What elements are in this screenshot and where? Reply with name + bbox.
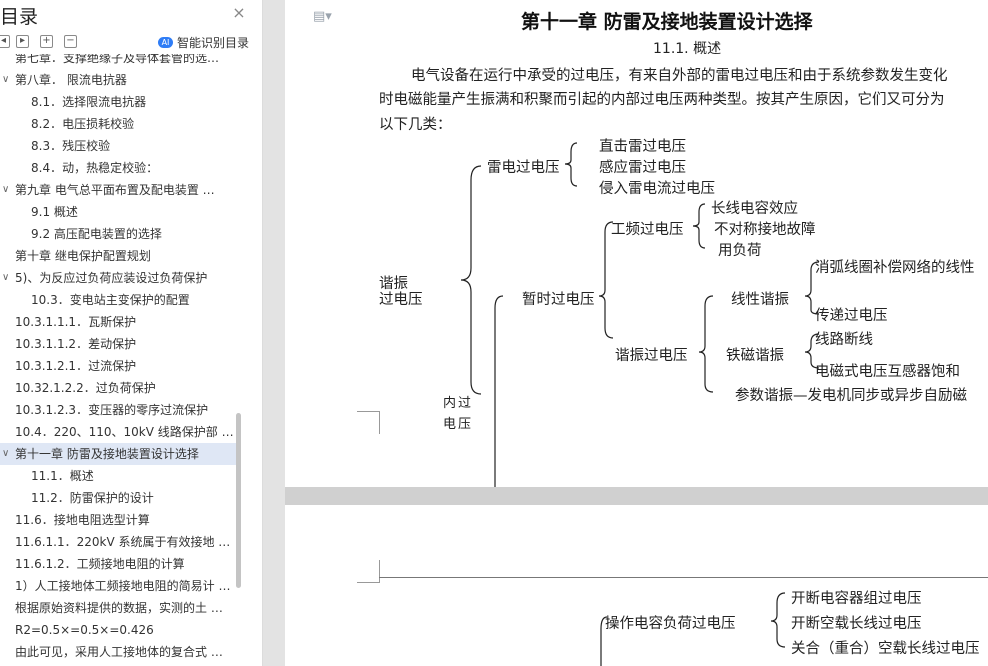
toc-item[interactable]: 第十章 继电保护配置规划 — [0, 245, 236, 267]
toc-item[interactable]: ∨ 第八章． 限流电抗器 — [0, 69, 236, 91]
toc-item[interactable]: 9.1 概述 — [0, 201, 236, 223]
chevron-down-icon[interactable]: ∨ — [2, 69, 9, 91]
smart-toc-button[interactable]: AI 智能识别目录 — [158, 34, 249, 51]
resonance-bracket — [698, 295, 714, 393]
toc-scrollbar[interactable] — [236, 413, 241, 588]
toc-item-label: 10.3.1.2.1．过流保护 — [15, 359, 137, 373]
linear-bracket — [804, 261, 820, 315]
toc-item-label: 第十一章 防雷及接地装置设计选择 — [15, 447, 199, 461]
toc-item-label: 10.3．变电站主变保护的配置 — [31, 293, 190, 307]
toc-item-label: 9.1 概述 — [31, 205, 78, 219]
toc-item-label: 10.3.1.1.2．差动保护 — [15, 337, 137, 351]
toc-item-label: 11.6.1.2．工频接地电阻的计算 — [15, 557, 185, 571]
add-heading-icon[interactable]: + — [40, 35, 53, 48]
internal-bracket — [494, 295, 504, 487]
toc-item[interactable]: 11.1．概述 — [0, 465, 236, 487]
toc-item[interactable]: 1）人工接地体工频接地电阻的简易计 … — [0, 575, 236, 597]
chevron-down-icon[interactable]: ∨ — [2, 443, 9, 465]
toc-item-label: 11.2．防雷保护的设计 — [31, 491, 154, 505]
lightning-bracket — [564, 142, 578, 187]
ferro-bracket — [804, 333, 820, 369]
toc-item[interactable]: 10.3．变电站主变保护的配置 — [0, 289, 236, 311]
toc-item[interactable]: 10.32.1.2.2．过负荷保护 — [0, 377, 236, 399]
expand-all-icon[interactable]: ▸ — [16, 35, 29, 48]
toc-item-label: 8.4．动，热稳定校验： — [31, 161, 159, 175]
toc-item-label: 8.3．残压校验 — [31, 139, 111, 153]
toc-item[interactable]: 根据原始资料提供的数据，实测的土 … — [0, 597, 236, 619]
toc-item-label: 第八章． 限流电抗器 — [15, 73, 127, 87]
toc-item[interactable]: 8.3．残压校验 — [0, 135, 236, 157]
toc-item[interactable]: 10.3.1.2.1．过流保护 — [0, 355, 236, 377]
toc-item[interactable]: 11.6.1.2．工频接地电阻的计算 — [0, 553, 236, 575]
toc-item[interactable]: R2=0.5×=0.5×=0.426 — [0, 619, 236, 641]
toc-item-label: 8.2．电压损耗校验 — [31, 117, 135, 131]
toc-item[interactable]: 9.2 高压配电装置的选择 — [0, 223, 236, 245]
toc-item-label: 根据原始资料提供的数据，实测的土 … — [15, 601, 223, 615]
toc-item[interactable]: 由此可见，采用人工接地体的复合式 … — [0, 641, 236, 663]
smart-toc-label: 智能识别目录 — [177, 36, 250, 50]
chevron-down-icon[interactable]: ∨ — [2, 267, 9, 289]
toc-item[interactable]: 10.3.1.1.1．瓦斯保护 — [0, 311, 236, 333]
toc-item[interactable]: 10.4．220、110、10kV 线路保护部 … — [0, 421, 236, 443]
remove-heading-icon[interactable]: − — [64, 35, 77, 48]
document-page: 操作电容负荷过电压 开断电容器组过电压 开断空载长线过电压 关合（重合）空载长线… — [285, 505, 988, 666]
toc-item[interactable]: ∨ 第九章 电气总平面布置及配电装置 … — [0, 179, 236, 201]
toc-sidebar: 目录 × ◂ ▸ + − AI 智能识别目录 第七章．支撑绝缘子及导体套管的选…… — [0, 0, 263, 666]
toc-item[interactable]: 8.2．电压损耗校验 — [0, 113, 236, 135]
toc-title: 目录 — [0, 6, 39, 28]
toc-item-label: 5)、为反应过负荷应装设过负荷保护 — [15, 271, 208, 285]
power-frequency-bracket — [692, 203, 706, 249]
document-page: ▤▾ 第十一章 防雷及接地装置设计选择 11.1. 概述 电气设备在运行中承受的… — [285, 0, 988, 487]
collapse-all-icon[interactable]: ◂ — [0, 35, 10, 48]
toc-item[interactable]: 10.3.1.1.2．差动保护 — [0, 333, 236, 355]
toc-item-label: 10.32.1.2.2．过负荷保护 — [15, 381, 156, 395]
toc-item[interactable]: 10.3.1.2.3．变压器的零序过流保护 — [0, 399, 236, 421]
chevron-down-icon[interactable]: ∨ — [2, 179, 9, 201]
toc-item-label: 第九章 电气总平面布置及配电装置 … — [15, 183, 215, 197]
toc-item-label: 10.4．220、110、10kV 线路保护部 … — [15, 425, 234, 439]
toc-item-label: 11.6．接地电阻选型计算 — [15, 513, 150, 527]
toc-item-label: 10.3.1.1.1．瓦斯保护 — [15, 315, 137, 329]
ai-icon: AI — [158, 37, 173, 48]
document-view: ▤▾ 第十一章 防雷及接地装置设计选择 11.1. 概述 电气设备在运行中承受的… — [263, 0, 988, 666]
toc-item[interactable]: 11.2．防雷保护的设计 — [0, 487, 236, 509]
toc-item-label: 10.3.1.2.3．变压器的零序过流保护 — [15, 403, 209, 417]
toc-item[interactable]: ∨ 第十一章 防雷及接地装置设计选择 — [0, 443, 236, 465]
toc-item-label: 1）人工接地体工频接地电阻的简易计 … — [15, 579, 231, 593]
close-icon[interactable]: × — [231, 5, 247, 21]
page-gap — [285, 487, 988, 505]
toc-item[interactable]: ∨ 5)、为反应过负荷应装设过负荷保护 — [0, 267, 236, 289]
toc-item-label: 8.1．选择限流电抗器 — [31, 95, 147, 109]
switching-bracket — [770, 592, 786, 648]
page2-brackets — [600, 592, 786, 666]
root-bracket — [460, 165, 482, 395]
toc-item-label: 由此可见，采用人工接地体的复合式 … — [15, 645, 223, 659]
toc-item-label: 11.6.1.1．220kV 系统属于有效接地 … — [15, 535, 231, 549]
toc-item[interactable]: 第七章．支撑绝缘子及导体套管的选… — [0, 54, 236, 69]
toc-item[interactable]: 11.6.1.1．220kV 系统属于有效接地 … — [0, 531, 236, 553]
toc-item-label: R2=0.5×=0.5×=0.426 — [15, 623, 154, 637]
toc-list: 第七章．支撑绝缘子及导体套管的选… ∨ 第八章． 限流电抗器 8.1．选择限流电抗器 8… — [0, 54, 236, 666]
toc-item-label: 第十章 继电保护配置规划 — [15, 249, 151, 263]
toc-item[interactable]: 8.4．动，热稳定校验： — [0, 157, 236, 179]
toc-item[interactable]: 11.6．接地电阻选型计算 — [0, 509, 236, 531]
toc-item[interactable]: 8.1．选择限流电抗器 — [0, 91, 236, 113]
temporary-bracket — [598, 221, 614, 339]
tree-brackets — [460, 142, 820, 487]
toc-item-label: 9.2 高压配电装置的选择 — [31, 227, 162, 241]
switching-parent-bracket — [600, 616, 608, 666]
toc-item-label: 第七章．支撑绝缘子及导体套管的选… — [15, 54, 220, 65]
toc-item-label: 11.1．概述 — [31, 469, 94, 483]
